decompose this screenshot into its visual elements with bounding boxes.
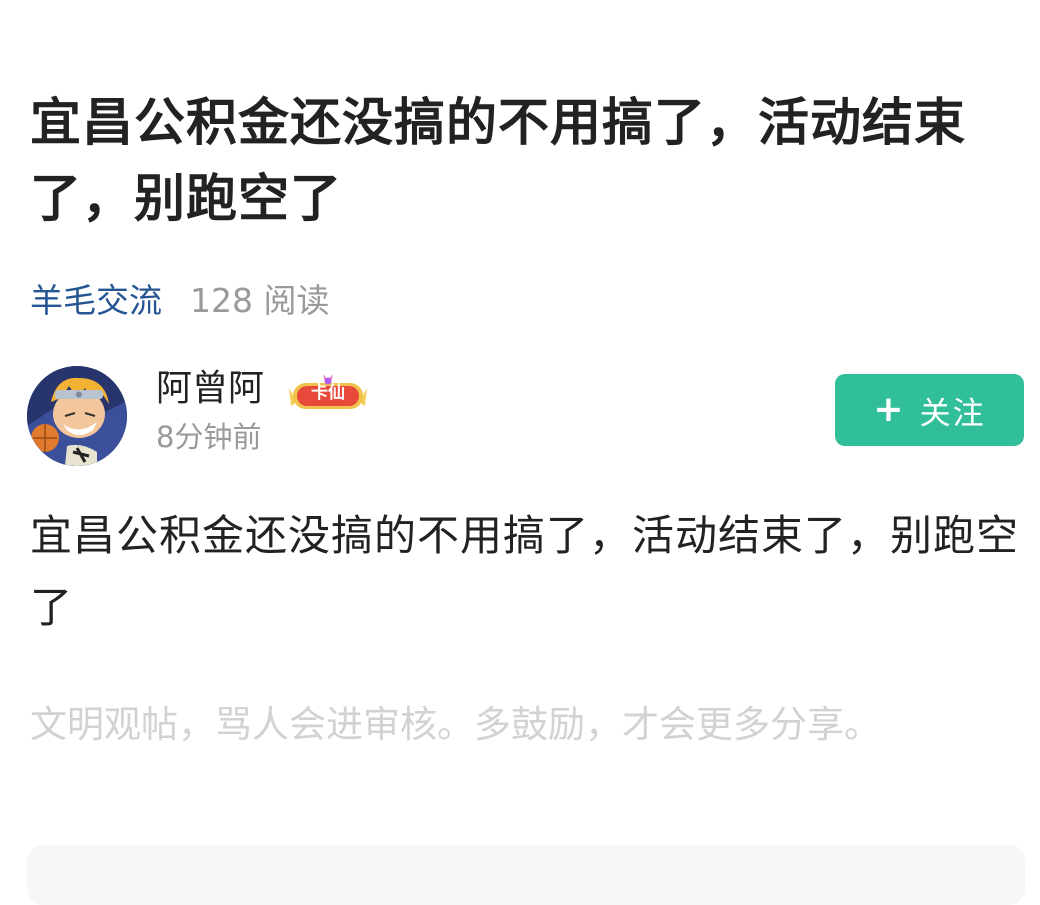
follow-button[interactable]: + 关注 [835, 374, 1024, 446]
comment-hint: 文明观帖，骂人会进审核。多鼓励，才会更多分享。 [30, 703, 881, 746]
bottom-card [27, 845, 1025, 905]
post-content: 宜昌公积金还没搞的不用搞了，活动结束了，别跑空了 [30, 511, 1020, 632]
level-badge: 卡仙 [285, 372, 371, 412]
post-time: 8分钟前 [156, 420, 262, 454]
post-title: 宜昌公积金还没搞的不用搞了，活动结束了，别跑空了 [30, 94, 967, 229]
avatar[interactable] [27, 366, 127, 466]
top-edge-mark: ' [30, 0, 33, 7]
plus-icon: + [873, 389, 904, 430]
category-link[interactable]: 羊毛交流 [30, 274, 162, 322]
avatar-image [27, 366, 127, 466]
badge-label: 卡仙 [311, 383, 345, 403]
follow-label: 关注 [919, 395, 986, 432]
view-count: 128 阅读 [190, 281, 330, 320]
post-meta: 羊毛交流 128 阅读 [30, 276, 329, 320]
author-name[interactable]: 阿曾阿 [156, 366, 264, 412]
